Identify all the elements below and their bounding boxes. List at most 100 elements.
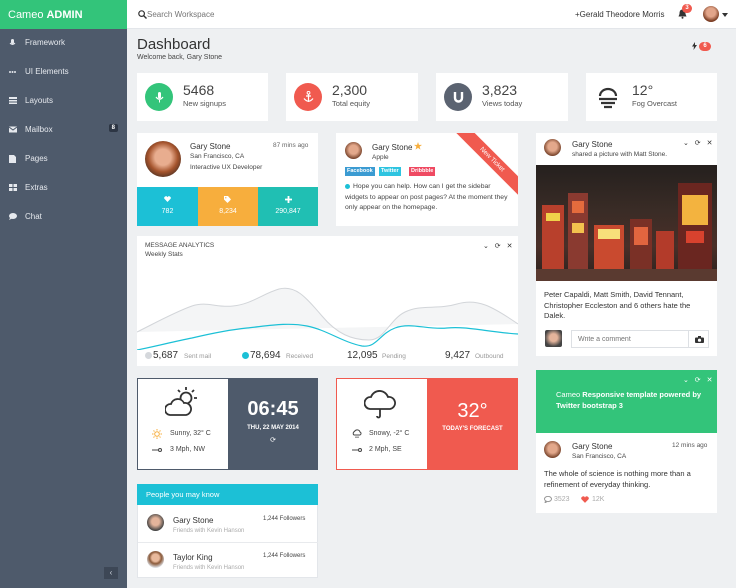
person-name[interactable]: Gary Stone [173, 516, 213, 525]
legend-value: 5,687 [153, 350, 179, 361]
dots-icon [9, 71, 16, 73]
stat-value: 12° [632, 82, 654, 98]
analytics-card: MESSAGE ANALYTICS Weekly Stats ⌄ ⟳ ✕ 5,6… [137, 236, 518, 366]
profile-location: San Francisco, CA [190, 153, 245, 160]
forecast-temp: 32° [457, 400, 488, 422]
sent-mail-series [137, 287, 518, 341]
flash-icon [692, 42, 697, 50]
analytics-chart [137, 287, 518, 350]
camera-button[interactable] [689, 330, 709, 348]
chevron-down-icon[interactable] [722, 13, 728, 17]
sun-icon [152, 429, 162, 439]
weather-condition: Sunny, 32° C [170, 430, 211, 437]
widget-controls[interactable]: ⌄ ⟳ ✕ [683, 376, 715, 384]
legend-dot-received [242, 352, 249, 359]
list-item[interactable]: Gary Stone Friends with Kevin Hanson 1,2… [138, 505, 318, 543]
post-author[interactable]: Gary Stone [372, 143, 412, 152]
sidebar-item-label: Extras [25, 183, 48, 192]
sidebar-item-label: Pages [25, 154, 48, 163]
search-input[interactable] [147, 7, 307, 22]
people-card: People you may know Gary Stone Friends w… [137, 484, 318, 578]
person-sub: Friends with Kevin Hanson [173, 528, 245, 534]
tweet-location: San Francisco, CA [572, 453, 627, 460]
storm-cloud-icon [364, 390, 396, 419]
legend-label: Pending [382, 353, 406, 360]
sidebar-item-label: Framework [25, 38, 66, 47]
profile-avatar [145, 141, 181, 177]
fog-icon [598, 87, 618, 109]
facebook-tag[interactable]: Facebook [345, 167, 375, 176]
alert-badge[interactable]: 6 [699, 42, 711, 51]
mailbox-badge: 8 [108, 124, 118, 132]
refresh-icon[interactable]: ⟳ [228, 436, 318, 444]
post-card: Gary Stone Apple Facebook Twitter Dribbb… [336, 133, 518, 226]
weather-forecast-card: Snowy, -2° C 2 Mph, SE 32° TODAY'S FOREC… [336, 378, 518, 470]
city-photo[interactable] [536, 165, 717, 281]
sidebar-collapse-button[interactable]: ‹ [104, 567, 118, 579]
list-item[interactable]: Taylor King Friends with Kevin Hanson 1,… [138, 543, 318, 579]
photo-card: Gary Stone shared a picture with Matt St… [536, 133, 717, 356]
sidebar-item-pages[interactable]: Pages [0, 144, 127, 173]
person-followers: 1,244 Followers [263, 516, 306, 522]
widget-controls[interactable]: ⌄ ⟳ ✕ [683, 139, 715, 147]
stat-label: New signups [183, 99, 226, 108]
camera-icon [695, 336, 704, 343]
photo-action: shared a picture with Matt Stone. [572, 151, 668, 158]
magnet-icon [444, 83, 472, 111]
brand-logo[interactable]: Cameo ADMIN [0, 0, 127, 29]
forecast-panel: 32° TODAY'S FORECAST [427, 378, 518, 470]
heart-icon [164, 196, 171, 202]
sidebar-item-chat[interactable]: Chat [0, 202, 127, 231]
legend-value: 78,694 [250, 350, 281, 361]
comment-count: 3523 [554, 496, 570, 503]
brand-bold: ADMIN [46, 8, 83, 21]
tag-icon [224, 196, 231, 203]
metric-value: 782 [161, 208, 174, 215]
comment-icon[interactable] [544, 496, 552, 503]
pages-icon [9, 155, 16, 163]
like-count: 12K [592, 496, 605, 503]
twitter-tag[interactable]: Twitter [379, 167, 401, 176]
promo-prefix: Cameo [556, 390, 581, 399]
plus-icon [285, 196, 292, 203]
dribbble-tag[interactable]: Dribbble [409, 167, 436, 176]
tweet-time: 12 mins ago [672, 442, 708, 449]
profile-plus[interactable]: 290,847 [258, 187, 318, 226]
sidebar-item-framework[interactable]: Framework [0, 28, 127, 57]
analytics-subtitle: Weekly Stats [145, 251, 183, 258]
stat-value: 5468 [183, 82, 215, 98]
stat-card-equity: 2,300 Total equity [286, 73, 418, 121]
profile-tags[interactable]: 8,234 [198, 187, 258, 226]
stat-label: Total equity [332, 99, 370, 108]
post-company: Apple [372, 154, 389, 161]
page-title: Dashboard [137, 36, 211, 53]
widget-controls[interactable]: ⌄ ⟳ ✕ [483, 242, 515, 250]
forecast-label: TODAY'S FORECAST [442, 426, 503, 432]
weather-wind: 3 Mph, NW [170, 446, 206, 453]
microphone-icon [145, 83, 173, 111]
tweet-author[interactable]: Gary Stone [572, 442, 612, 451]
legend-dot-sent [145, 352, 152, 359]
user-avatar[interactable] [703, 6, 719, 22]
sidebar-item-extras[interactable]: Extras [0, 173, 127, 202]
profile-likes[interactable]: 782 [137, 187, 198, 226]
sidebar-item-ui-elements[interactable]: UI Elements [0, 57, 127, 86]
tweet-avatar [544, 441, 561, 458]
legend-value: 9,427 [445, 350, 471, 361]
page-subtitle: Welcome back, Gary Stone [137, 54, 223, 61]
heart-icon[interactable] [581, 496, 589, 503]
comment-input[interactable] [571, 330, 689, 348]
people-title: People you may know [137, 484, 318, 505]
sidebar-item-mailbox[interactable]: Mailbox 8 [0, 115, 127, 144]
user-name[interactable]: +Gerald Theodore Morris [575, 10, 664, 19]
person-name[interactable]: Taylor King [173, 553, 213, 562]
weather-wind: 2 Mph, SE [369, 446, 402, 453]
sidebar-item-layouts[interactable]: Layouts [0, 86, 127, 115]
photo-author[interactable]: Gary Stone [572, 140, 612, 149]
profile-name[interactable]: Gary Stone [190, 142, 230, 151]
clock-date: THU, 22 MAY 2014 [247, 425, 299, 431]
snow-cloud-icon [352, 429, 362, 438]
commenter-avatar [545, 330, 562, 347]
anchor-icon [294, 83, 322, 111]
legend-label: Outbound [475, 353, 504, 360]
